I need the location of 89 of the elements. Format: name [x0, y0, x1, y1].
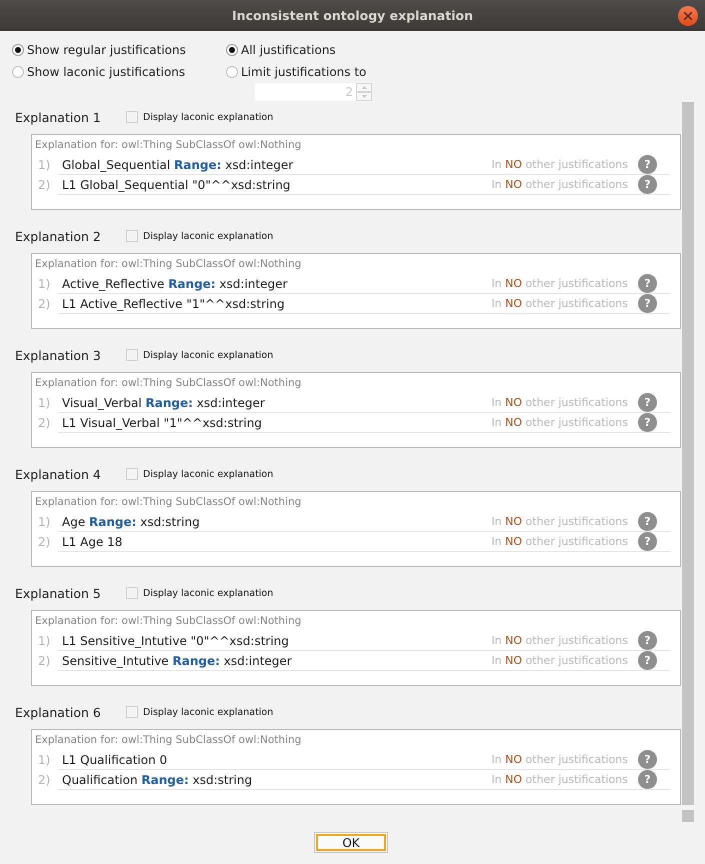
explanation-heading: Explanation for: owl:Thing SubClassOf owl:Nothing [35, 257, 302, 271]
axiom-text: Global_Sequential Range: xsd:integer [62, 158, 294, 172]
axiom-text: L1 Visual_Verbal "1"^^xsd:string [62, 416, 263, 430]
explanation-heading: Explanation for: owl:Thing SubClassOf owl:Nothing [35, 614, 302, 628]
close-icon[interactable] [678, 6, 698, 26]
row-number: 1) [38, 157, 52, 174]
help-button[interactable]: ? [638, 532, 657, 551]
caret-up-icon [362, 86, 366, 89]
row-number: 1) [38, 395, 52, 412]
row-number: 2) [38, 772, 52, 789]
checkbox-label: Display laconic explanation [143, 706, 274, 718]
help-button[interactable]: ? [638, 750, 657, 769]
checkbox-label: Display laconic explanation [143, 350, 274, 360]
radio-button[interactable] [12, 44, 24, 56]
help-button[interactable]: ? [638, 155, 657, 174]
axiom-text: L1 Active_Reflective "1"^^xsd:string [62, 296, 286, 310]
section-title: Explanation 2 [15, 228, 102, 244]
axiom-text: L1 Age 18 [62, 534, 124, 548]
ok-button[interactable]: OK [314, 832, 388, 853]
usage-text: In NO other justifications [491, 158, 628, 171]
radio-label: Show regular justifications [27, 43, 186, 57]
help-button[interactable]: ? [638, 175, 657, 194]
help-button[interactable]: ? [638, 393, 657, 412]
radio-label: Limit justifications to [241, 65, 366, 79]
checkbox-label: Display laconic explanation [143, 468, 274, 480]
explanation-heading: Explanation for: owl:Thing SubClassOf owl:Nothing [35, 376, 302, 390]
checkbox-label: Display laconic explanation [143, 588, 274, 598]
decrement-button[interactable] [356, 92, 372, 101]
help-button[interactable]: ? [638, 274, 657, 293]
help-button[interactable]: ? [638, 651, 657, 670]
help-button[interactable]: ? [638, 294, 657, 313]
usage-text: In NO other justifications [491, 634, 628, 647]
help-button[interactable]: ? [638, 413, 657, 432]
axiom-text: Active_Reflective Range: xsd:integer [62, 276, 288, 290]
axiom-text: Sensitive_Intutive Range: xsd:integer [62, 654, 293, 668]
increment-button[interactable] [356, 83, 372, 92]
scrollbar-thumb[interactable] [682, 102, 694, 805]
checkbox[interactable] [126, 349, 138, 361]
row-number: 2) [38, 653, 52, 670]
usage-text: In NO other justifications [491, 515, 628, 528]
explanation-heading: Explanation for: owl:Thing SubClassOf owl:Nothing [35, 733, 302, 747]
window-title: Inconsistent ontology explanation [232, 8, 473, 23]
explanation-heading: Explanation for: owl:Thing SubClassOf owl:Nothing [35, 495, 302, 509]
section-title: Explanation 1 [15, 110, 102, 124]
checkbox[interactable] [126, 111, 138, 123]
usage-text: In NO other justifications [491, 396, 628, 409]
usage-text: In NO other justifications [491, 178, 628, 191]
section-title: Explanation 5 [15, 586, 102, 600]
radio-button[interactable] [226, 44, 238, 56]
usage-text: In NO other justifications [491, 753, 628, 766]
row-number: 2) [38, 177, 52, 194]
explanation-heading: Explanation for: owl:Thing SubClassOf owl:Nothing [35, 138, 302, 152]
row-number: 1) [38, 514, 52, 531]
help-button[interactable]: ? [638, 770, 657, 789]
scrollbar-segment[interactable] [682, 810, 694, 822]
usage-text: In NO other justifications [491, 773, 628, 786]
row-number: 1) [38, 633, 52, 650]
row-number: 2) [38, 415, 52, 432]
usage-text: In NO other justifications [491, 416, 628, 429]
radio-label: All justifications [241, 43, 336, 57]
checkbox[interactable] [126, 587, 138, 599]
row-number: 2) [38, 296, 52, 313]
usage-text: In NO other justifications [491, 277, 628, 290]
checkbox[interactable] [126, 230, 138, 242]
row-number: 1) [38, 752, 52, 769]
row-number: 2) [38, 534, 52, 551]
axiom-text: L1 Sensitive_Intutive "0"^^xsd:string [62, 634, 290, 648]
axiom-text: L1 Global_Sequential "0"^^xsd:string [62, 178, 292, 192]
usage-text: In NO other justifications [491, 535, 628, 548]
checkbox-label: Display laconic explanation [143, 112, 274, 122]
checkbox[interactable] [126, 706, 138, 718]
radio-label: Show laconic justifications [27, 65, 186, 79]
axiom-text: L1 Qualification 0 [62, 752, 168, 766]
section-title: Explanation 6 [15, 704, 102, 720]
caret-down-icon [362, 95, 366, 98]
usage-text: In NO other justifications [491, 297, 628, 310]
axiom-text: Qualification Range: xsd:string [62, 772, 254, 786]
axiom-text: Visual_Verbal Range: xsd:integer [62, 396, 266, 410]
help-button[interactable]: ? [638, 512, 657, 531]
radio-button[interactable] [226, 66, 238, 78]
row-number: 1) [38, 276, 52, 293]
help-button[interactable]: ? [638, 631, 657, 650]
checkbox-label: Display laconic explanation [143, 230, 274, 242]
checkbox[interactable] [126, 468, 138, 480]
section-title: Explanation 4 [15, 466, 102, 482]
axiom-text: Age Range: xsd:string [62, 514, 201, 528]
radio-button[interactable] [12, 66, 24, 78]
section-title: Explanation 3 [15, 348, 102, 362]
usage-text: In NO other justifications [491, 654, 628, 667]
